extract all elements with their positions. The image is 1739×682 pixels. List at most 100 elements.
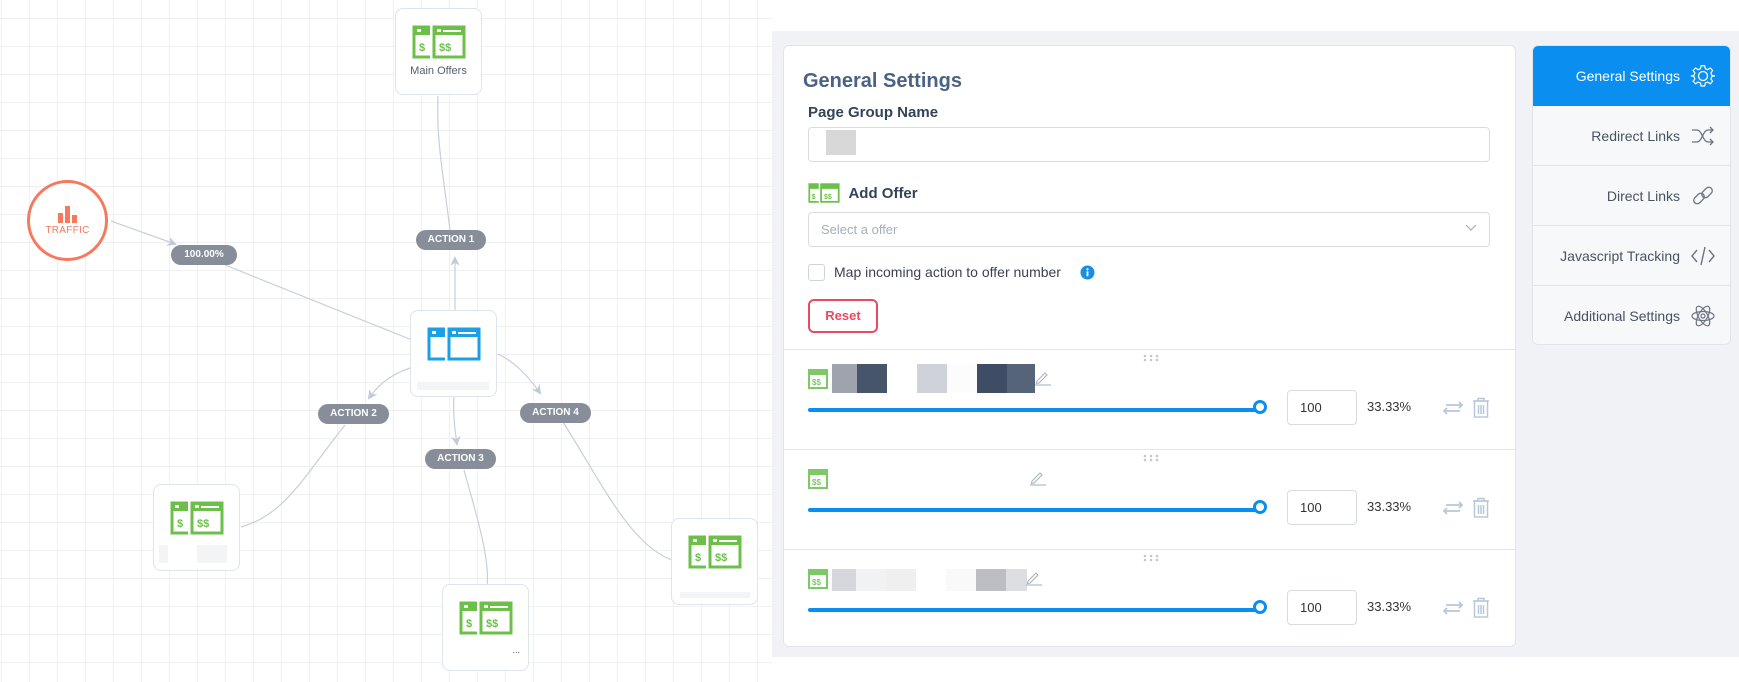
offer-name-redacted xyxy=(197,545,227,563)
drag-handle-icon[interactable] xyxy=(1143,354,1159,362)
trash-icon[interactable] xyxy=(1472,397,1490,418)
offer-select[interactable]: Select a offer xyxy=(808,212,1490,247)
link-icon xyxy=(1690,183,1716,209)
action-4-label[interactable]: ACTION 4 xyxy=(520,403,591,423)
offer-pages-icon: $ $$ xyxy=(412,25,465,59)
svg-text:$$: $$ xyxy=(486,618,498,630)
svg-text:$: $ xyxy=(466,618,472,630)
code-icon xyxy=(1690,243,1716,269)
drag-handle-icon[interactable] xyxy=(1143,554,1159,562)
weight-slider-thumb[interactable] xyxy=(1253,400,1267,414)
svg-text:$$: $$ xyxy=(812,478,821,487)
svg-text:$: $ xyxy=(812,194,816,201)
page-group-name-redacted xyxy=(826,130,856,155)
map-action-label: Map incoming action to offer number xyxy=(834,264,1061,280)
tab-additional-settings[interactable]: Additional Settings xyxy=(1533,286,1730,344)
add-offer-label: Add Offer xyxy=(848,184,918,202)
tab-redirect-links[interactable]: Redirect Links xyxy=(1533,106,1730,166)
svg-text:$$: $$ xyxy=(197,518,209,530)
main-offers-node[interactable]: $ $$ Main Offers xyxy=(395,8,482,95)
settings-tabs: General Settings Redirect Links Direct L… xyxy=(1532,45,1731,345)
add-offer-header: $ $$ Add Offer xyxy=(808,183,918,203)
main-offers-label: Main Offers xyxy=(410,65,467,77)
tab-general-settings[interactable]: General Settings xyxy=(1533,46,1730,106)
svg-text:$$: $$ xyxy=(439,42,451,54)
trash-icon[interactable] xyxy=(1472,497,1490,518)
offer-page-icon: $$ xyxy=(808,569,828,589)
info-icon[interactable] xyxy=(1080,265,1095,280)
page-group-name-input[interactable] xyxy=(808,127,1490,162)
flow-canvas[interactable]: TRAFFIC 100.00% ACTION 1 ACTION 2 ACTION… xyxy=(0,0,772,682)
tab-javascript-tracking[interactable]: Javascript Tracking xyxy=(1533,226,1730,286)
edge-landing-to-action2 xyxy=(367,367,411,400)
offer-node-bottom-label: ... xyxy=(512,645,520,655)
edge-landing-to-action4 xyxy=(497,353,542,395)
offer-select-placeholder: Select a offer xyxy=(821,222,898,237)
landing-page-name-redacted xyxy=(417,382,489,390)
swap-icon[interactable] xyxy=(1442,600,1464,616)
traffic-percent-label[interactable]: 100.00% xyxy=(171,245,237,265)
edge-traffic-to-pct xyxy=(110,220,177,246)
traffic-label: TRAFFIC xyxy=(45,225,90,236)
flow-edges xyxy=(110,95,673,587)
action-2-label[interactable]: ACTION 2 xyxy=(318,404,389,424)
atom-icon xyxy=(1690,303,1716,329)
weight-slider-track[interactable] xyxy=(808,508,1260,512)
tab-label: General Settings xyxy=(1575,68,1680,84)
offer-name-redacted xyxy=(159,545,168,563)
swap-icon[interactable] xyxy=(1442,500,1464,516)
weight-input[interactable]: 100 xyxy=(1287,590,1357,625)
offer-pages-icon: $ $$ xyxy=(808,183,840,203)
offer-name-redacted xyxy=(680,592,750,598)
offer-page-icon: $$ xyxy=(808,369,828,389)
action-3-label[interactable]: ACTION 3 xyxy=(425,449,496,469)
drag-handle-icon[interactable] xyxy=(1143,454,1159,462)
offer-node-left[interactable]: $ $$ xyxy=(153,484,240,571)
chevron-down-icon xyxy=(1465,224,1477,231)
offer-node-right[interactable]: $ $$ xyxy=(671,518,758,605)
weight-slider-thumb[interactable] xyxy=(1253,500,1267,514)
action-1-label[interactable]: ACTION 1 xyxy=(416,230,486,250)
reset-button[interactable]: Reset xyxy=(808,299,878,333)
tab-label: Additional Settings xyxy=(1564,308,1680,324)
offer-row: $$ 100 33.33% xyxy=(784,349,1515,449)
offer-name-redacted xyxy=(832,569,1027,591)
weight-slider-track[interactable] xyxy=(808,408,1260,412)
offer-pages-icon: $ $$ xyxy=(688,535,741,569)
weight-slider-thumb[interactable] xyxy=(1253,600,1267,614)
edge-action2-to-left xyxy=(240,424,346,528)
weight-input[interactable]: 100 xyxy=(1287,490,1357,525)
traffic-node[interactable]: TRAFFIC xyxy=(27,180,108,261)
weight-input[interactable]: 100 xyxy=(1287,390,1357,425)
map-action-checkbox[interactable] xyxy=(808,264,825,281)
page-group-name-label: Page Group Name xyxy=(808,104,939,121)
svg-text:$$: $$ xyxy=(824,194,832,201)
trash-icon[interactable] xyxy=(1472,597,1490,618)
svg-text:$: $ xyxy=(419,42,425,54)
pencil-icon[interactable] xyxy=(1029,470,1047,486)
svg-text:$$: $$ xyxy=(715,552,727,564)
offer-row: $$ 100 33.33% xyxy=(784,549,1515,649)
pencil-icon[interactable] xyxy=(1034,370,1052,386)
tab-label: Direct Links xyxy=(1606,187,1680,204)
panel-title: General Settings xyxy=(803,70,962,92)
weight-percent: 33.33% xyxy=(1367,599,1412,614)
offer-name-redacted xyxy=(832,364,1035,393)
tab-direct-links[interactable]: Direct Links xyxy=(1533,166,1730,226)
tab-label: Javascript Tracking xyxy=(1560,247,1680,264)
offer-pages-icon: $ $$ xyxy=(459,601,512,635)
general-settings-panel: General Settings Page Group Name $ $$ Ad… xyxy=(783,45,1516,647)
gear-icon xyxy=(1690,63,1716,89)
offer-page-icon: $$ xyxy=(808,469,828,489)
swap-icon[interactable] xyxy=(1442,400,1464,416)
pencil-icon[interactable] xyxy=(1025,570,1043,586)
weight-slider-track[interactable] xyxy=(808,608,1260,612)
edge-action4-to-right xyxy=(562,421,673,561)
offer-node-bottom[interactable]: $ $$ ... xyxy=(442,584,529,671)
landing-page-node[interactable] xyxy=(410,310,497,397)
svg-text:$$: $$ xyxy=(812,378,821,387)
edge-landing-to-action3 xyxy=(451,396,461,446)
svg-text:$$: $$ xyxy=(812,578,821,587)
svg-text:$: $ xyxy=(177,518,183,530)
edge-action1-to-main xyxy=(437,95,451,231)
